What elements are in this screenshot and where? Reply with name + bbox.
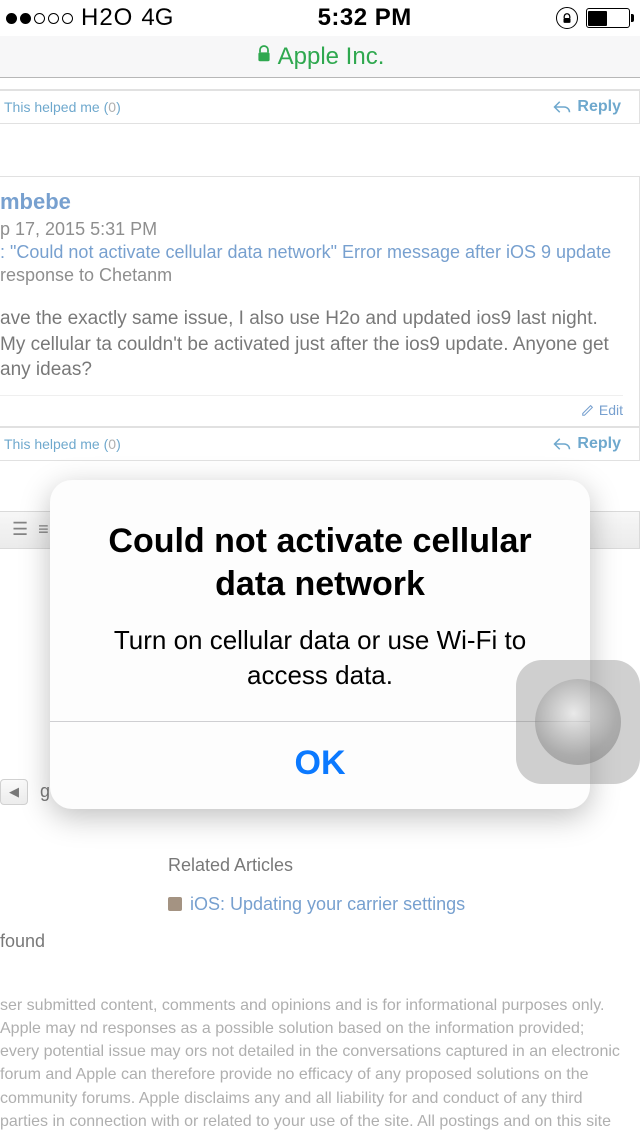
alert-ok-button[interactable]: OK (50, 722, 590, 809)
rotation-lock-icon (556, 7, 578, 29)
alert-dialog: Could not activate cellular data network… (50, 480, 590, 809)
status-left: H2O 4G (6, 4, 173, 32)
signal-strength-icon (6, 13, 73, 24)
carrier-label: H2O (81, 4, 133, 32)
site-title: Apple Inc. (278, 43, 385, 71)
safari-address-bar[interactable]: Apple Inc. (0, 36, 640, 78)
network-type-label: 4G (141, 4, 173, 32)
assistive-touch-icon (535, 679, 621, 765)
clock-label: 5:32 PM (318, 4, 412, 32)
status-right (556, 7, 630, 29)
battery-icon (586, 8, 630, 28)
alert-title: Could not activate cellular data network (76, 520, 564, 605)
alert-message: Turn on cellular data or use Wi-Fi to ac… (76, 623, 564, 693)
assistive-touch-button[interactable] (516, 660, 640, 784)
lock-icon (256, 44, 272, 70)
status-bar: H2O 4G 5:32 PM (0, 0, 640, 36)
